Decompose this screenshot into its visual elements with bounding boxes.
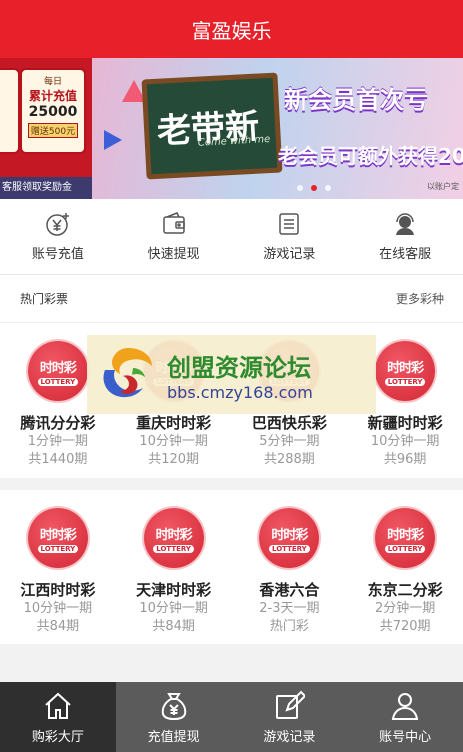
card-amount: 25000 [28, 104, 78, 120]
game-name: 巴西快乐彩 [251, 414, 327, 432]
carousel-dot[interactable] [311, 185, 317, 191]
tab-lottery-hall[interactable]: 购彩大厅 [0, 682, 116, 752]
hot-lottery-header: 热门彩票 更多彩种 [0, 275, 463, 323]
game-name: 江西时时彩 [20, 581, 96, 599]
lottery-logo-icon: 时时彩LOTTERY [27, 341, 88, 401]
game-period: 10分钟一期 [23, 601, 93, 616]
quick-game-record-button[interactable]: 游戏记录 [232, 199, 348, 274]
lottery-logo-icon: 时时彩LOTTERY [375, 341, 436, 401]
game-count: 共96期 [383, 452, 427, 467]
card-line2: 累计充值 [28, 89, 77, 103]
yen-plus-icon [46, 213, 69, 236]
lottery-logo-icon: 时时彩LOTTERY [259, 508, 320, 568]
banner-headline: 新会员首次亏 [284, 86, 428, 114]
wallet-icon [162, 212, 185, 234]
carousel-dot[interactable] [325, 185, 331, 191]
lottery-game-item[interactable]: 时时彩 LOTTERY 东京二分彩 2分钟一期共720期 [347, 508, 463, 644]
carousel-dots [297, 185, 331, 191]
chalkboard-graphic: 老带新 Come with me [141, 72, 283, 180]
game-count: 共120期 [148, 452, 200, 467]
game-name: 腾讯分分彩 [20, 414, 96, 432]
game-name: 香港六合 [259, 581, 320, 599]
tab-game-records[interactable]: 游戏记录 [232, 682, 348, 752]
game-name: 重庆时时彩 [136, 414, 212, 432]
game-name: 新疆时时彩 [367, 414, 443, 432]
lottery-game-item[interactable]: 时时彩 LOTTERY 香港六合 2-3天一期 热门彩 [232, 508, 348, 644]
game-count: 共84期 [36, 619, 80, 634]
card-reward: 赠送500元 [27, 123, 79, 138]
game-period: 10分钟一期 [370, 434, 440, 449]
promo-card: 每日 累计充值 25000 赠送500元 [20, 68, 86, 154]
banner-current-slide[interactable]: 老带新 Come with me 新会员首次亏 老会员可额外获得20%亏 以账户… [92, 58, 463, 199]
banner-prev-slide[interactable]: 值 0 每日 累计充值 25000 赠送500元 客服领取奖励金 [0, 58, 92, 199]
game-count: 共288期 [263, 452, 315, 467]
banner-fine-print: 以账户定 [427, 182, 459, 191]
home-icon [45, 692, 71, 719]
game-count: 热门彩 [269, 619, 309, 634]
money-bag-icon [161, 692, 186, 720]
game-period: 5分钟一期 [259, 434, 320, 449]
promo-banner[interactable]: 值 0 每日 累计充值 25000 赠送500元 客服领取奖励金 老带新 Com… [0, 58, 463, 199]
banner-subline: 老会员可额外获得20%亏 [278, 144, 463, 168]
game-name: 天津时时彩 [136, 581, 212, 599]
app-header: 富盈娱乐 [0, 0, 463, 58]
more-lotteries-link[interactable]: 更多彩种 [396, 290, 444, 307]
bottom-tab-bar: 购彩大厅 充值提现 游戏记录 账号中心 [0, 682, 463, 752]
quick-actions: 账号充值 快速提现 游戏记录 在线客服 [0, 199, 463, 275]
document-icon [279, 213, 300, 235]
tab-recharge-withdraw[interactable]: 充值提现 [116, 682, 232, 752]
game-period: 1分钟一期 [27, 434, 89, 449]
decor-triangle [104, 130, 122, 150]
watermark-title: 创盟资源论坛 [167, 353, 311, 382]
game-period: 10分钟一期 [139, 434, 208, 449]
lottery-logo-icon: 时时彩LOTTERY [27, 508, 88, 568]
game-period: 10分钟一期 [139, 601, 208, 616]
game-period: 2分钟一期 [374, 601, 436, 616]
edit-icon [276, 690, 306, 719]
game-name: 东京二分彩 [367, 581, 443, 599]
promo-card-partial: 值 0 [0, 68, 20, 154]
game-count: 共720期 [379, 619, 431, 634]
headset-icon [396, 213, 415, 235]
game-count: 共1440期 [28, 452, 88, 467]
forum-watermark: 创盟资源论坛 bbs.cmzy168.com [87, 335, 376, 414]
lottery-game-item[interactable]: 时时彩 LOTTERY 江西时时彩 10分钟一期 共84期 [0, 508, 116, 644]
lottery-logo-icon: 时时彩LOTTERY [375, 508, 436, 568]
tab-account-center[interactable]: 账号中心 [347, 682, 463, 752]
game-count: 共84期 [152, 619, 195, 634]
card-line1: 每日 [43, 77, 62, 87]
lottery-logo-icon: 时时彩LOTTERY [143, 508, 204, 568]
games-row-2: 时时彩 LOTTERY 江西时时彩 10分钟一期 共84期 时时彩 LOTTERY 天津时时彩… [0, 490, 463, 644]
banner-footer-text: 客服领取奖励金 [0, 177, 92, 199]
section-title: 热门彩票 [20, 292, 69, 306]
watermark-url: bbs.cmzy168.com [167, 382, 313, 402]
quick-withdraw-button[interactable]: 快速提现 [116, 199, 232, 274]
lottery-game-item[interactable]: 时时彩 LOTTERY 天津时时彩 10分钟一期 共84期 [116, 508, 232, 644]
forum-logo-icon [103, 347, 152, 397]
quick-recharge-button[interactable]: 账号充值 [0, 199, 116, 274]
page-title: 富盈娱乐 [191, 18, 272, 43]
quick-support-button[interactable]: 在线客服 [347, 199, 463, 274]
game-period: 2-3天一期 [259, 601, 320, 616]
user-icon [391, 692, 419, 720]
carousel-dot[interactable] [297, 185, 303, 191]
